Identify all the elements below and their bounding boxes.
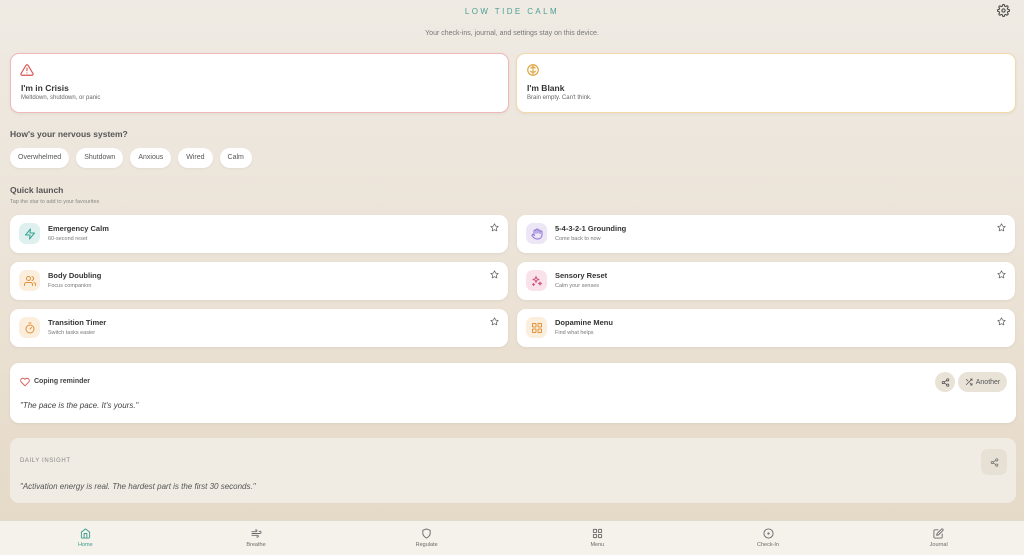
quick-launch-title: Emergency Calm xyxy=(48,224,109,233)
nav-label: Home xyxy=(78,542,93,548)
quick-launch-subtitle: Come back to now xyxy=(555,236,601,242)
hand-icon xyxy=(526,223,547,244)
heart-icon xyxy=(20,377,30,387)
chip-overwhelmed[interactable]: Overwhelmed xyxy=(10,148,70,168)
insight-share-button[interactable] xyxy=(981,449,1007,475)
nervous-chips: Overwhelmed Shutdown Anxious Wired Calm xyxy=(10,148,252,168)
quick-launch-sensory-reset[interactable]: Sensory Reset Calm your senses xyxy=(517,262,1015,300)
nav-label: Breathe xyxy=(246,542,266,548)
crisis-title: I'm in Crisis xyxy=(21,83,69,93)
top-bar: LOW TIDE CALM xyxy=(0,0,1024,22)
star-icon[interactable] xyxy=(997,223,1006,232)
quick-launch-title: 5-4-3-2-1 Grounding xyxy=(555,224,627,233)
coping-reminder-card: Coping reminder "The pace is the pace. I… xyxy=(10,363,1016,423)
quick-launch-grounding[interactable]: 5-4-3-2-1 Grounding Come back to now xyxy=(517,215,1015,253)
sparkle-icon xyxy=(526,270,547,291)
crisis-card[interactable]: I'm in Crisis Meltdown, shutdown, or pan… xyxy=(10,53,509,113)
share-icon xyxy=(990,457,998,467)
nav-label: Regulate xyxy=(415,542,438,548)
another-label: Another xyxy=(975,378,1001,386)
quick-launch-subtitle: Focus companion xyxy=(48,283,92,289)
star-icon[interactable] xyxy=(490,317,499,326)
share-button[interactable] xyxy=(935,372,955,392)
app-title: LOW TIDE CALM xyxy=(464,7,560,16)
checkin-icon xyxy=(762,528,774,539)
quick-launch-title: Transition Timer xyxy=(48,318,107,327)
quick-launch-title: Body Doubling xyxy=(48,271,102,280)
brain-icon xyxy=(527,64,539,76)
people-icon xyxy=(19,270,40,291)
star-icon[interactable] xyxy=(997,270,1006,279)
timer-icon xyxy=(19,317,40,338)
wind-icon xyxy=(250,529,262,538)
star-icon[interactable] xyxy=(997,317,1006,326)
insight-quote: "Activation energy is real. The hardest … xyxy=(20,482,256,491)
share-icon xyxy=(941,377,949,387)
nav-label: Menu xyxy=(590,542,605,548)
home-icon xyxy=(80,528,90,539)
chip-calm[interactable]: Calm xyxy=(219,148,252,168)
gear-icon[interactable] xyxy=(997,4,1010,17)
privacy-note: Your check-ins, journal, and settings st… xyxy=(425,30,599,37)
nav-label: Check-In xyxy=(757,542,780,548)
quick-launch-emergency-calm[interactable]: Emergency Calm 60-second reset xyxy=(10,215,508,253)
warning-icon xyxy=(20,64,34,76)
insight-label: DAILY INSIGHT xyxy=(20,458,71,464)
coping-label: Coping reminder xyxy=(34,378,91,385)
chip-wired[interactable]: Wired xyxy=(178,148,213,168)
grid-icon xyxy=(526,317,547,338)
crisis-subtitle: Meltdown, shutdown, or panic xyxy=(21,95,101,101)
quick-launch-subtitle: Calm your senses xyxy=(555,283,600,289)
quick-launch-subheading: Tap the star to add to your favourites xyxy=(10,199,100,205)
quick-launch-body-doubling[interactable]: Body Doubling Focus companion xyxy=(10,262,508,300)
quick-launch-subtitle: 60-second reset xyxy=(48,236,88,242)
quick-launch-transition-timer[interactable]: Transition Timer Switch tasks easier xyxy=(10,309,508,347)
chip-shutdown[interactable]: Shutdown xyxy=(76,148,124,168)
blank-title: I'm Blank xyxy=(527,83,565,93)
quick-launch-heading: Quick launch xyxy=(10,185,64,195)
blank-subtitle: Brain empty. Can't think. xyxy=(527,95,592,101)
nervous-heading: How's your nervous system? xyxy=(10,129,128,139)
quick-launch-title: Sensory Reset xyxy=(555,271,608,280)
nav-label: Journal xyxy=(929,542,948,548)
nav-journal[interactable]: Journal xyxy=(853,521,1024,555)
coping-quote: "The pace is the pace. It's yours." xyxy=(20,401,139,410)
nav-check-in[interactable]: Check-In xyxy=(683,521,854,555)
shuffle-icon xyxy=(965,378,973,386)
chip-anxious[interactable]: Anxious xyxy=(130,148,172,168)
grid-icon xyxy=(592,528,602,539)
nav-regulate[interactable]: Regulate xyxy=(341,521,512,555)
journal-icon xyxy=(933,528,944,539)
another-button[interactable]: Another xyxy=(958,372,1007,392)
quick-launch-subtitle: Find what helps xyxy=(555,330,594,336)
nav-menu[interactable]: Menu xyxy=(512,521,683,555)
quick-launch-dopamine-menu[interactable]: Dopamine Menu Find what helps xyxy=(517,309,1015,347)
bottom-nav: Home Breathe Regulate Menu Check-In Jour… xyxy=(0,520,1024,555)
lightning-icon xyxy=(19,223,40,244)
blank-card[interactable]: I'm Blank Brain empty. Can't think. xyxy=(516,53,1016,113)
quick-launch-subtitle: Switch tasks easier xyxy=(48,330,96,336)
nav-breathe[interactable]: Breathe xyxy=(171,521,342,555)
quick-launch-title: Dopamine Menu xyxy=(555,318,613,327)
star-icon[interactable] xyxy=(490,223,499,232)
nav-home[interactable]: Home xyxy=(0,521,171,555)
shield-icon xyxy=(422,528,431,539)
daily-insight-card: DAILY INSIGHT "Activation energy is real… xyxy=(10,438,1016,503)
star-icon[interactable] xyxy=(490,270,499,279)
